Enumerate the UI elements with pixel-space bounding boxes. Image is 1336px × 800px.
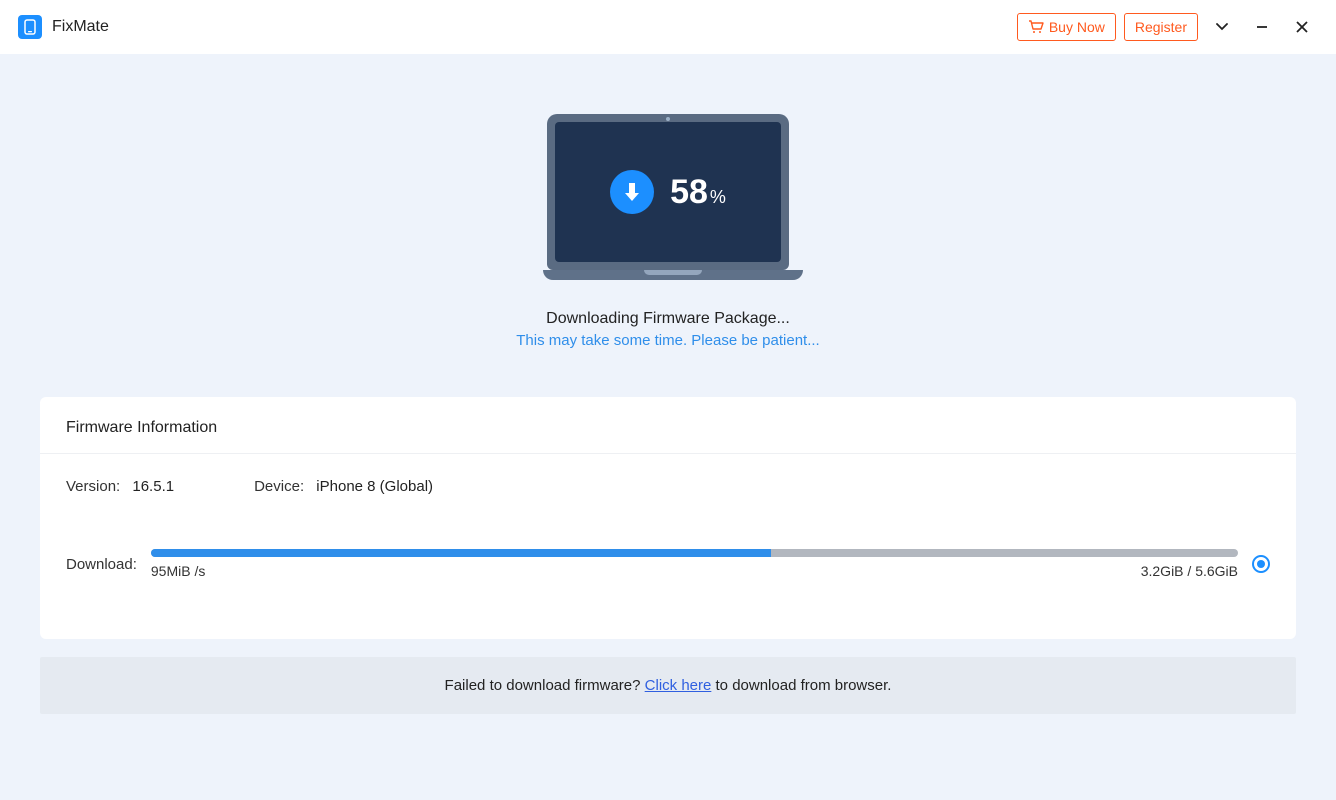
download-icon bbox=[610, 170, 654, 214]
close-icon bbox=[1295, 20, 1309, 34]
device-label: Device: bbox=[254, 478, 304, 495]
firmware-info-row: Version: 16.5.1 Device: iPhone 8 (Global… bbox=[66, 478, 1270, 495]
minimize-icon bbox=[1255, 20, 1269, 34]
register-label: Register bbox=[1135, 19, 1187, 35]
progress-percent: 58 % bbox=[670, 173, 726, 212]
dropdown-button[interactable] bbox=[1206, 11, 1238, 43]
app-name: FixMate bbox=[52, 18, 109, 36]
footer-suffix: to download from browser. bbox=[711, 677, 891, 694]
progress-percent-symbol: % bbox=[710, 187, 726, 208]
device-value: iPhone 8 (Global) bbox=[316, 478, 433, 495]
progress-bar bbox=[151, 549, 1238, 557]
version-value: 16.5.1 bbox=[132, 478, 174, 495]
chevron-down-icon bbox=[1215, 23, 1229, 31]
close-button[interactable] bbox=[1286, 11, 1318, 43]
download-label: Download: bbox=[66, 556, 137, 573]
content-area: 58 % Downloading Firmware Package... Thi… bbox=[0, 54, 1336, 800]
download-speed: 95MiB /s bbox=[151, 563, 205, 579]
status-title: Downloading Firmware Package... bbox=[546, 310, 790, 328]
download-size: 3.2GiB / 5.6GiB bbox=[1141, 563, 1238, 579]
cancel-download-button[interactable] bbox=[1252, 555, 1270, 573]
app-icon bbox=[18, 15, 42, 39]
footer-prefix: Failed to download firmware? bbox=[445, 677, 645, 694]
laptop-illustration: 58 % bbox=[543, 114, 793, 280]
hero: 58 % Downloading Firmware Package... Thi… bbox=[0, 54, 1336, 349]
buy-now-button[interactable]: Buy Now bbox=[1017, 13, 1116, 41]
progress-bar-fill bbox=[151, 549, 771, 557]
version-label: Version: bbox=[66, 478, 120, 495]
buy-now-label: Buy Now bbox=[1049, 19, 1105, 35]
status-subtitle: This may take some time. Please be patie… bbox=[516, 332, 819, 349]
version-field: Version: 16.5.1 bbox=[66, 478, 174, 495]
firmware-card: Firmware Information Version: 16.5.1 Dev… bbox=[40, 397, 1296, 639]
footer-note: Failed to download firmware? Click here … bbox=[40, 657, 1296, 714]
register-button[interactable]: Register bbox=[1124, 13, 1198, 41]
device-field: Device: iPhone 8 (Global) bbox=[254, 478, 433, 495]
progress-percent-number: 58 bbox=[670, 173, 708, 212]
minimize-button[interactable] bbox=[1246, 11, 1278, 43]
titlebar-left: FixMate bbox=[18, 15, 109, 39]
firmware-section-title: Firmware Information bbox=[40, 397, 1296, 454]
browser-download-link[interactable]: Click here bbox=[645, 677, 712, 694]
titlebar: FixMate Buy Now Register bbox=[0, 0, 1336, 54]
titlebar-right: Buy Now Register bbox=[1017, 11, 1318, 43]
cart-icon bbox=[1028, 20, 1044, 34]
download-row: Download: 95MiB /s 3.2GiB / 5.6GiB bbox=[66, 549, 1270, 579]
